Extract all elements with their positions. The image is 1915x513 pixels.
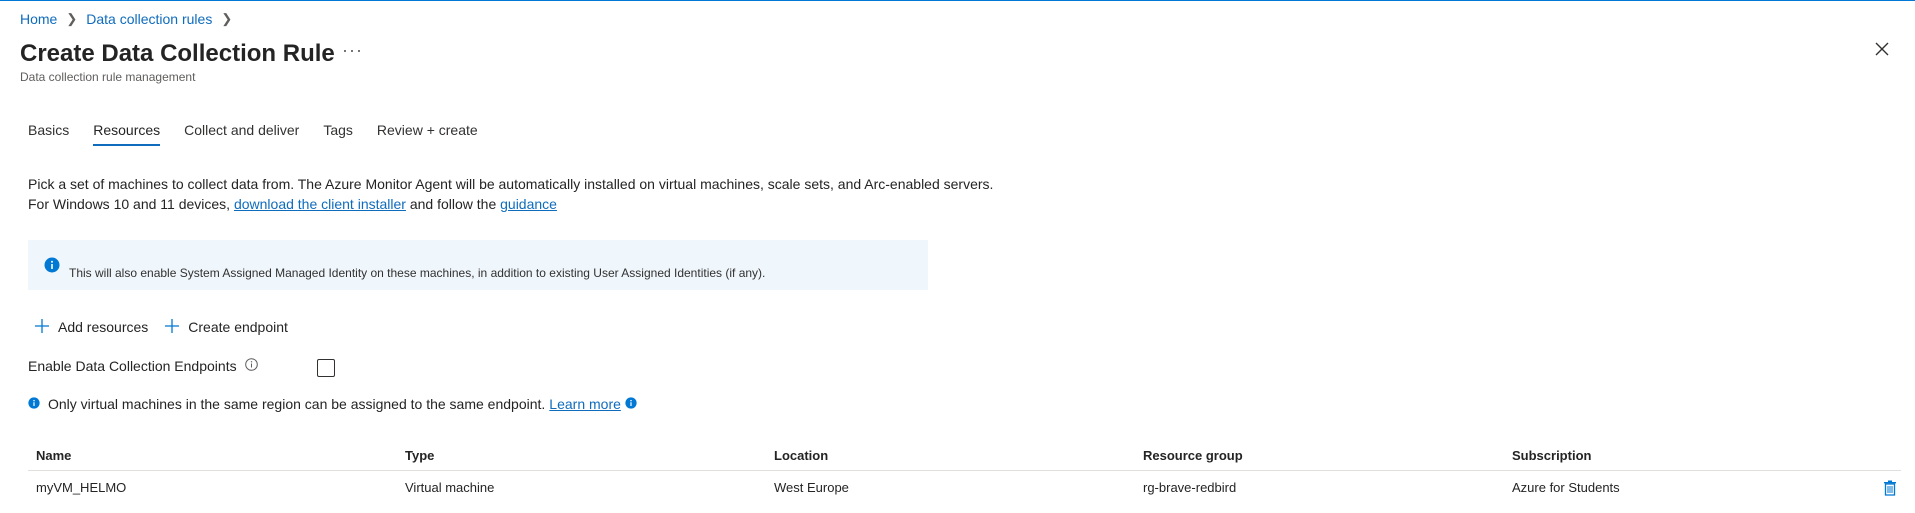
info-outline-icon[interactable]: [244, 358, 258, 374]
info-icon: [28, 396, 40, 412]
column-header-type[interactable]: Type: [397, 448, 766, 463]
plus-icon: [34, 318, 50, 335]
add-resources-button[interactable]: Add resources: [34, 318, 148, 335]
plus-icon: [164, 318, 180, 335]
column-header-resource-group[interactable]: Resource group: [1135, 448, 1504, 463]
chevron-right-icon: ❯: [221, 11, 233, 26]
description-middle: and follow the: [405, 196, 501, 212]
command-bar: Add resources Create endpoint: [34, 318, 304, 335]
info-message-text: This will also enable System Assigned Ma…: [69, 266, 766, 280]
add-resources-label: Add resources: [58, 318, 149, 335]
enable-endpoints-label: Enable Data Collection Endpoints: [28, 358, 237, 374]
info-icon: [625, 396, 637, 412]
tab-basics[interactable]: Basics: [28, 122, 69, 146]
tab-resources[interactable]: Resources: [93, 122, 160, 146]
description-line-2: For Windows 10 and 11 devices, download …: [28, 194, 993, 214]
tab-collect-and-deliver[interactable]: Collect and deliver: [184, 122, 299, 146]
breadcrumb-data-collection-rules[interactable]: Data collection rules: [86, 11, 212, 27]
info-message-bar: This will also enable System Assigned Ma…: [28, 240, 928, 290]
column-header-name[interactable]: Name: [28, 448, 397, 463]
resources-table: Name Type Location Resource group Subscr…: [28, 440, 1901, 504]
tab-tags[interactable]: Tags: [323, 122, 353, 146]
breadcrumb-home[interactable]: Home: [20, 11, 57, 27]
cell-name: myVM_HELMO: [36, 480, 127, 495]
description-prefix: For Windows 10 and 11 devices,: [28, 196, 234, 212]
info-icon: [44, 257, 60, 278]
guidance-link[interactable]: guidance: [500, 196, 557, 212]
breadcrumb: Home ❯ Data collection rules ❯: [20, 11, 241, 27]
enable-endpoints-checkbox[interactable]: [317, 359, 335, 377]
region-notice: Only virtual machines in the same region…: [28, 396, 637, 412]
download-client-installer-link[interactable]: download the client installer: [234, 196, 406, 212]
cell-subscription: Azure for Students: [1512, 480, 1620, 495]
table-header-row: Name Type Location Resource group Subscr…: [28, 440, 1901, 471]
learn-more-link[interactable]: Learn more: [549, 396, 621, 412]
chevron-right-icon: ❯: [66, 11, 78, 26]
top-accent-line: [0, 0, 1915, 1]
tab-review-create[interactable]: Review + create: [377, 122, 478, 146]
page-subtitle: Data collection rule management: [20, 70, 196, 84]
tab-list: Basics Resources Collect and deliver Tag…: [28, 122, 502, 146]
table-row: myVM_HELMO Virtual machine West Europe r…: [28, 471, 1901, 504]
delete-icon[interactable]: [1883, 471, 1897, 504]
column-header-location[interactable]: Location: [766, 448, 1135, 463]
enable-endpoints-row: Enable Data Collection Endpoints: [28, 358, 258, 374]
column-header-subscription[interactable]: Subscription: [1504, 448, 1873, 463]
cell-location: West Europe: [774, 480, 849, 495]
close-icon[interactable]: [1874, 40, 1890, 63]
page-title: Create Data Collection Rule: [20, 40, 335, 67]
cell-resource-group: rg-brave-redbird: [1143, 480, 1237, 495]
create-endpoint-button[interactable]: Create endpoint: [164, 318, 288, 335]
more-options-icon[interactable]: ···: [342, 40, 363, 61]
cell-type: Virtual machine: [405, 480, 495, 495]
description-line-1: Pick a set of machines to collect data f…: [28, 176, 994, 192]
region-notice-text: Only virtual machines in the same region…: [48, 396, 546, 412]
create-endpoint-label: Create endpoint: [188, 318, 288, 335]
description: Pick a set of machines to collect data f…: [28, 174, 993, 214]
